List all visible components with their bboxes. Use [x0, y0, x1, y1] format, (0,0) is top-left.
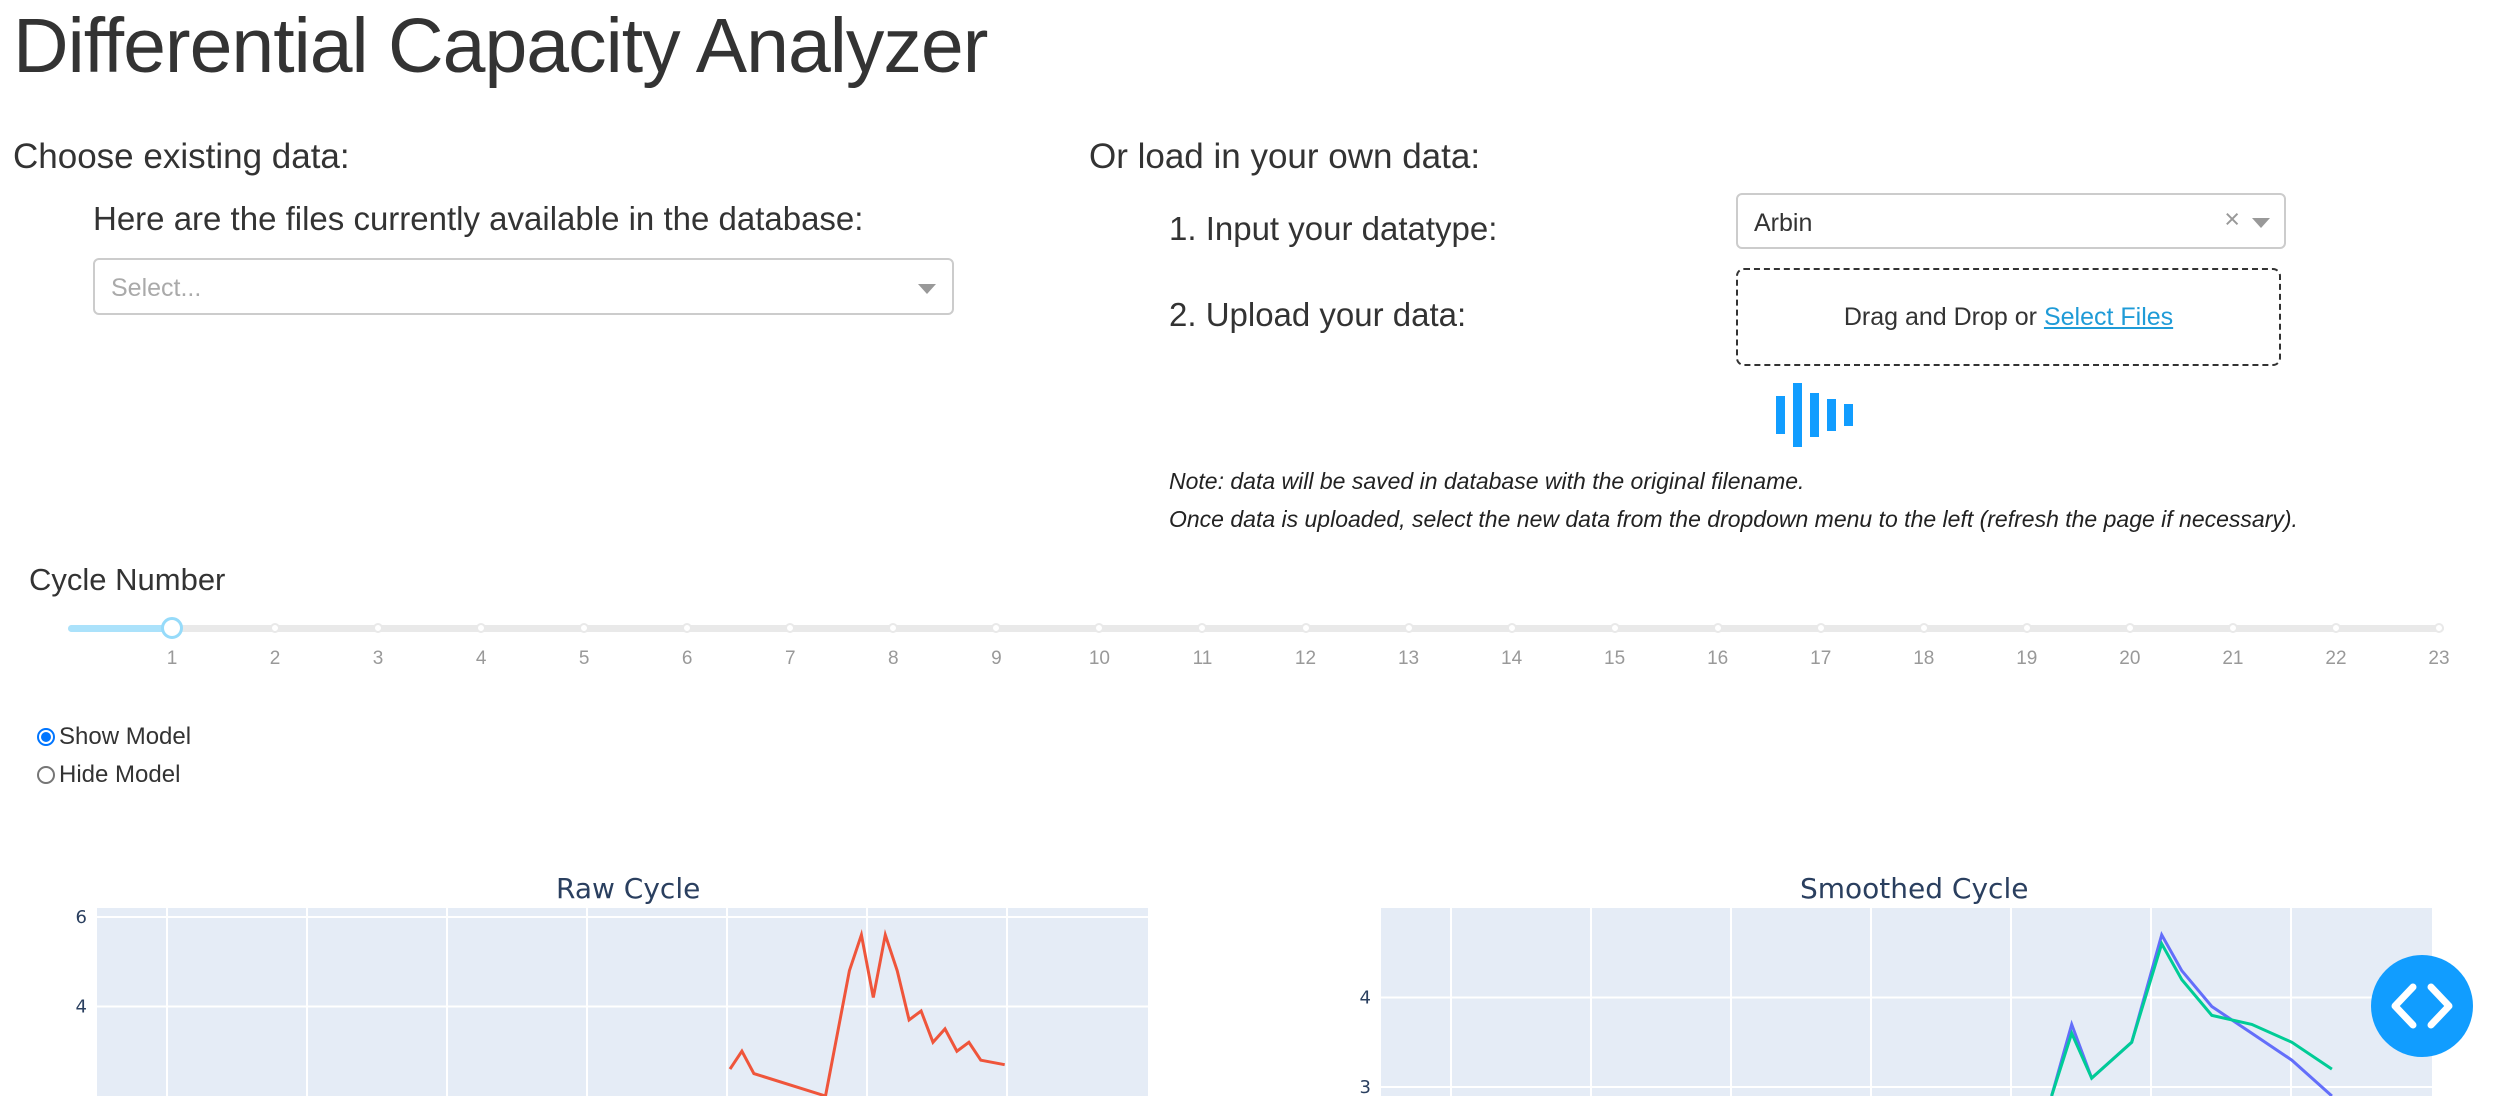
slider-tick-label[interactable]: 14 — [1492, 648, 1532, 670]
raw-cycle-chart: 46 — [76, 907, 1148, 1096]
slider-tick-dot[interactable] — [1609, 623, 1620, 633]
slider-tick-dot[interactable] — [2021, 623, 2032, 633]
slider-tick-dot[interactable] — [2124, 623, 2135, 633]
datatype-dropdown[interactable]: Arbin × — [1736, 193, 2286, 249]
select-files-link[interactable]: Select Files — [2044, 303, 2173, 331]
slider-tick-dot[interactable] — [1815, 623, 1826, 633]
files-dropdown[interactable]: Select... — [93, 258, 954, 315]
y-tick-label: 3 — [1360, 1077, 1371, 1096]
slider-track — [68, 625, 172, 632]
slider-rail[interactable] — [68, 625, 2444, 632]
slider-tick-label[interactable]: 9 — [976, 648, 1016, 670]
slider-tick-label[interactable]: 2 — [255, 648, 295, 670]
slider-tick-label[interactable]: 7 — [770, 648, 810, 670]
datatype-selected-value: Arbin — [1754, 209, 1813, 237]
cycle-slider[interactable] — [68, 615, 2449, 645]
hide-model-label: Hide Model — [59, 761, 181, 788]
files-label: Here are the files currently available i… — [93, 200, 864, 237]
slider-tick-label[interactable]: 3 — [358, 648, 398, 670]
slider-tick-label[interactable]: 22 — [2316, 648, 2356, 670]
slider-tick-dot[interactable] — [1918, 623, 1929, 633]
slider-tick-label[interactable]: 10 — [1079, 648, 1119, 670]
show-model-option[interactable]: Show Model — [37, 723, 191, 751]
slider-tick-dot[interactable] — [1712, 623, 1723, 633]
slider-tick-label[interactable]: 23 — [2419, 648, 2459, 670]
slider-tick-label[interactable]: 21 — [2213, 648, 2253, 670]
plot-area — [97, 908, 1148, 1096]
cycle-number-label: Cycle Number — [29, 562, 226, 597]
upload-label: 2. Upload your data: — [1169, 296, 1467, 333]
y-tick-label: 4 — [76, 996, 87, 1017]
upload-note: Note: data will be saved in database wit… — [1169, 468, 1805, 494]
code-toggle-button[interactable] — [2371, 955, 2473, 1057]
upload-note: Once data is uploaded, select the new da… — [1169, 506, 2298, 532]
show-model-label: Show Model — [59, 723, 192, 750]
slider-tick-dot[interactable] — [1403, 623, 1414, 633]
y-tick-label: 4 — [1360, 988, 1371, 1009]
upload-dropzone[interactable]: Drag and Drop or Select Files — [1736, 268, 2281, 366]
slider-tick-dot[interactable] — [1300, 623, 1311, 633]
own-data-heading: Or load in your own data: — [1089, 137, 1481, 176]
slider-tick-label[interactable]: 8 — [873, 648, 913, 670]
slider-tick-dot[interactable] — [2434, 623, 2444, 633]
slider-tick-label[interactable]: 15 — [1595, 648, 1635, 670]
slider-tick-label[interactable]: 19 — [2007, 648, 2047, 670]
y-tick-label: 6 — [76, 907, 87, 928]
slider-tick-label[interactable]: 12 — [1286, 648, 1326, 670]
slider-tick-dot[interactable] — [1506, 623, 1517, 633]
show-model-radio[interactable] — [37, 728, 55, 746]
hide-model-option[interactable]: Hide Model — [37, 761, 180, 789]
slider-tick-label[interactable]: 13 — [1389, 648, 1429, 670]
slider-tick-label[interactable]: 11 — [1182, 648, 1222, 670]
existing-data-heading: Choose existing data: — [13, 137, 350, 176]
chevron-down-icon[interactable] — [2252, 218, 2270, 228]
slider-tick-dot[interactable] — [2330, 623, 2341, 633]
hide-model-radio[interactable] — [37, 766, 55, 784]
slider-tick-label[interactable]: 1 — [152, 648, 192, 670]
slider-handle[interactable] — [161, 617, 183, 639]
slider-tick-dot[interactable] — [270, 623, 281, 633]
smoothed-cycle-chart: 34 — [1360, 908, 2432, 1096]
code-brackets-icon — [2391, 983, 2453, 1029]
slider-tick-label[interactable]: 6 — [667, 648, 707, 670]
slider-tick-label[interactable]: 17 — [1801, 648, 1841, 670]
slider-tick-label[interactable]: 5 — [564, 648, 604, 670]
plot-area — [1381, 908, 2432, 1096]
slider-tick-label[interactable]: 4 — [461, 648, 501, 670]
slider-tick-dot[interactable] — [2227, 623, 2238, 633]
app-title: Differential Capacity Analyzer — [13, 3, 988, 89]
upload-prompt: Drag and Drop or — [1843, 303, 2044, 331]
chevron-down-icon[interactable] — [918, 284, 936, 294]
files-dropdown-placeholder: Select... — [111, 274, 202, 302]
loading-spinner-icon — [1776, 380, 1854, 448]
slider-tick-label[interactable]: 18 — [1904, 648, 1944, 670]
slider-tick-label[interactable]: 20 — [2110, 648, 2150, 670]
datatype-label: 1. Input your datatype: — [1169, 210, 1498, 247]
clear-icon[interactable]: × — [2224, 204, 2240, 235]
slider-tick-label[interactable]: 16 — [1698, 648, 1738, 670]
